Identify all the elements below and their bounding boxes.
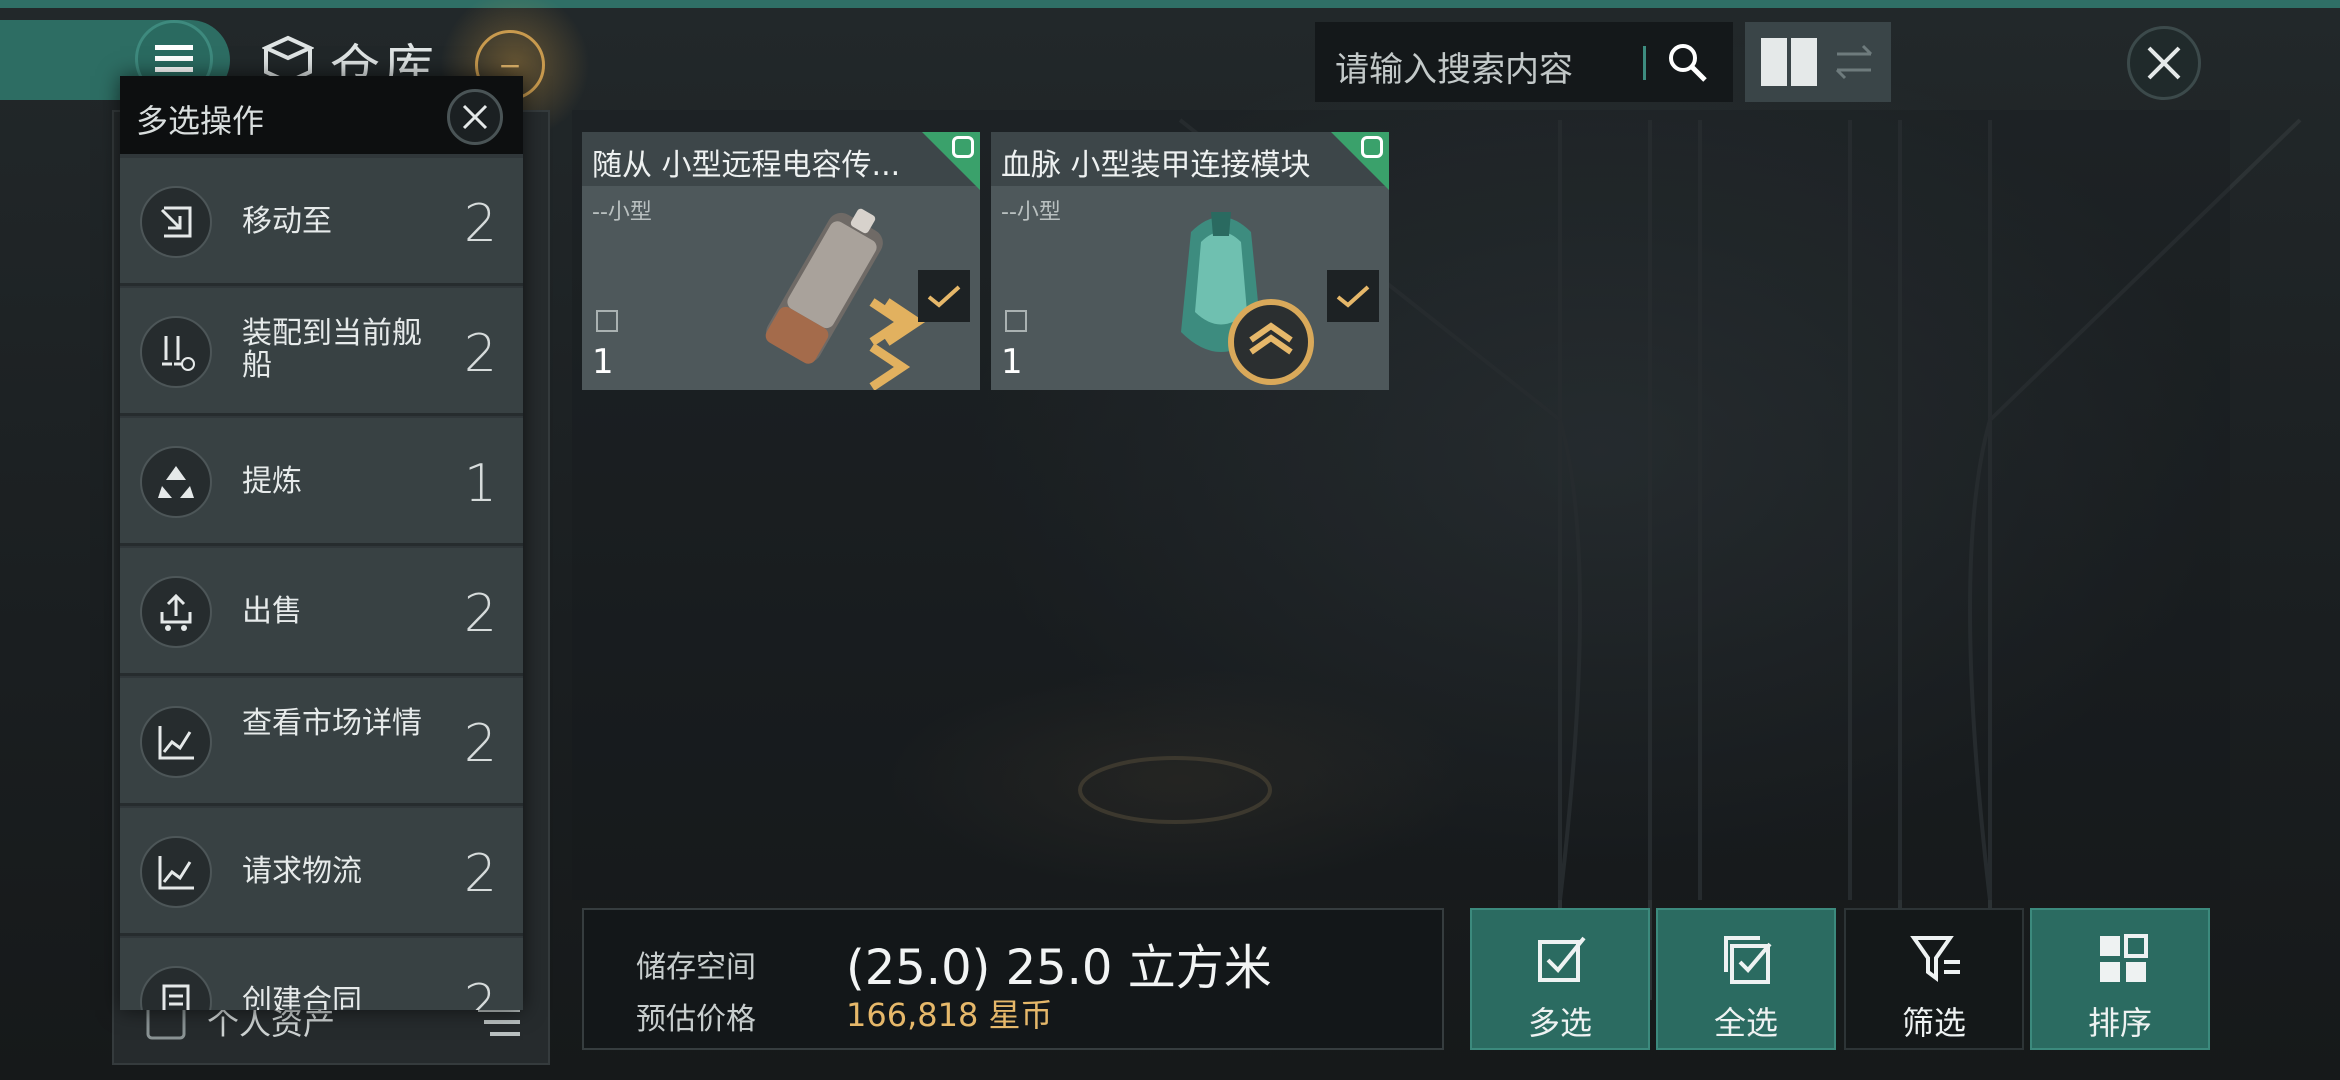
action-label: 排序 [2087, 1004, 2152, 1042]
op-label: 出售 [242, 594, 302, 629]
op-label: 创建合同 [242, 984, 362, 1011]
capacitor-transmitter-icon [765, 208, 926, 390]
sort-button[interactable]: 排序 [2030, 908, 2210, 1050]
item-card[interactable]: 血脉 小型装甲连接模块 --小型 1 [991, 132, 1389, 390]
view-toggle[interactable] [1745, 22, 1891, 102]
search-separator [1643, 46, 1646, 80]
selected-checkbox[interactable] [1327, 270, 1379, 322]
item-card[interactable]: 随从 小型远程电容传... --小型 1 [582, 132, 980, 390]
op-count: 2 [463, 584, 497, 644]
bound-icon [596, 310, 618, 332]
item-title-bar: 随从 小型远程电容传... [582, 132, 980, 186]
op-label: 请求物流 [242, 854, 362, 889]
item-title-bar: 血脉 小型装甲连接模块 [991, 132, 1389, 186]
popup-header: 多选操作 [120, 76, 523, 154]
op-label: 装配到当前舰船 [242, 316, 422, 383]
action-label: 多选 [1527, 1004, 1592, 1042]
hamburger-icon [155, 45, 193, 72]
checkbox-icon [1538, 936, 1586, 982]
filter-icon [1910, 936, 1960, 982]
item-quantity: 1 [592, 342, 614, 382]
op-refine[interactable]: 提炼 1 [120, 418, 523, 546]
recycle-icon [140, 446, 212, 518]
popup-title: 多选操作 [136, 102, 265, 140]
op-label: 移动至 [242, 204, 332, 239]
price-label: 预估价格 [636, 1002, 756, 1037]
tech-level-badge [1361, 136, 1383, 158]
bound-icon [1005, 310, 1027, 332]
check-icon [927, 285, 961, 308]
close-icon [462, 104, 488, 130]
op-request-logistics[interactable]: 请求物流 2 [120, 808, 523, 936]
tech-level-badge [952, 136, 974, 158]
item-subtitle: --小型 [592, 200, 652, 225]
multi-select-popup: 多选操作 移动至 2 装配到当前舰船 2 提炼 1 出售 2 查看市场详情 2 … [120, 76, 523, 1010]
storage-label: 储存空间 [636, 950, 756, 985]
selected-checkbox[interactable] [918, 270, 970, 322]
op-label: 提炼 [242, 464, 302, 499]
storage-value: (25.0) 25.0 立方米 [846, 940, 1272, 996]
action-label: 全选 [1713, 1004, 1778, 1042]
chart-icon [140, 836, 212, 908]
contract-icon [140, 966, 212, 1010]
op-count: 1 [463, 454, 497, 514]
search-input[interactable]: 请输入搜索内容 [1335, 42, 1573, 91]
op-count: 2 [463, 974, 497, 1010]
select-all-button[interactable]: 全选 [1656, 908, 1836, 1050]
op-label: 查看市场详情 [242, 706, 422, 741]
op-move-to[interactable]: 移动至 2 [120, 158, 523, 286]
layout-toggle-icon [1761, 38, 1873, 86]
chart-icon [140, 706, 212, 778]
fitting-icon [140, 316, 212, 388]
item-quantity: 1 [1001, 342, 1023, 382]
price-value: 166,818 星币 [846, 996, 1053, 1034]
item-subtitle: --小型 [1001, 200, 1061, 225]
move-icon [140, 186, 212, 258]
item-name: 随从 小型远程电容传... [592, 148, 901, 183]
close-button[interactable] [2127, 26, 2201, 100]
op-count: 2 [463, 324, 497, 384]
op-market-details[interactable]: 查看市场详情 2 [120, 678, 523, 806]
close-icon [2147, 46, 2181, 80]
op-count: 2 [463, 844, 497, 904]
select-all-icon [1724, 936, 1772, 984]
grid-icon [2100, 934, 2148, 982]
op-count: 2 [463, 194, 497, 254]
action-label: 筛选 [1901, 1004, 1966, 1042]
multi-select-button[interactable]: 多选 [1470, 908, 1650, 1050]
filter-button[interactable]: 筛选 [1844, 908, 2024, 1050]
op-count: 2 [463, 714, 497, 774]
op-fit-to-ship[interactable]: 装配到当前舰船 2 [120, 288, 523, 416]
search-icon[interactable] [1665, 40, 1711, 86]
op-create-contract[interactable]: 创建合同 2 [120, 938, 523, 1010]
op-sell[interactable]: 出售 2 [120, 548, 523, 676]
popup-close-button[interactable] [447, 89, 503, 145]
top-accent-line [0, 0, 2340, 8]
sell-icon [140, 576, 212, 648]
storage-info-bar: 储存空间 预估价格 (25.0) 25.0 立方米 166,818 星币 [582, 908, 1444, 1050]
search-box[interactable]: 请输入搜索内容 [1315, 22, 1733, 102]
item-name: 血脉 小型装甲连接模块 [1001, 148, 1311, 183]
armor-module-icon [1181, 212, 1314, 385]
check-icon [1336, 285, 1370, 308]
